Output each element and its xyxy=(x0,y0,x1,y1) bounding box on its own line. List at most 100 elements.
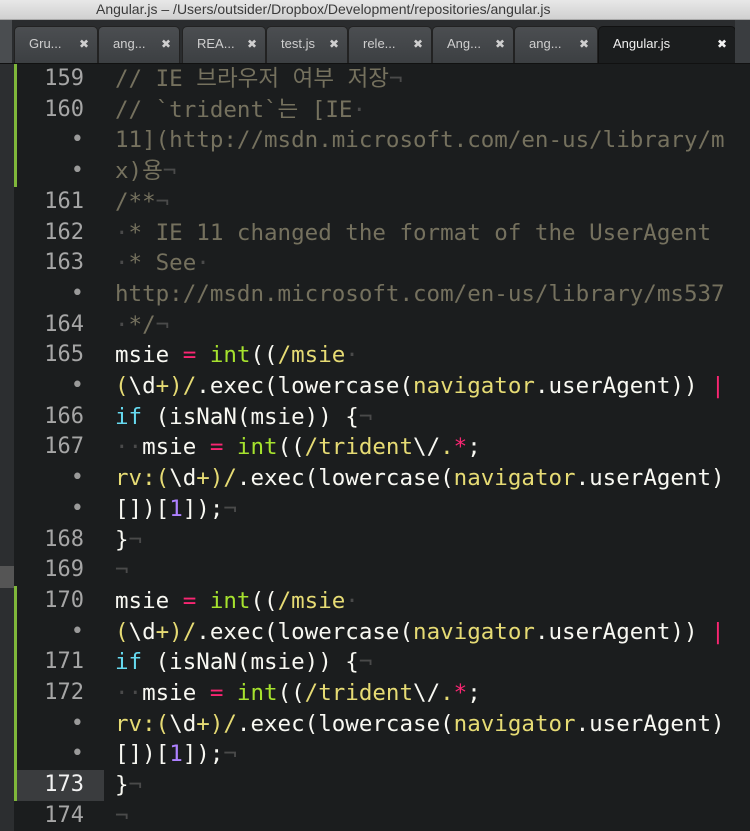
line-number: 163 xyxy=(44,250,84,276)
code-token: ¬ xyxy=(388,66,403,92)
code-token: 1 xyxy=(169,741,183,768)
code-line[interactable]: 166 if (isNaN(msie)) {¬ xyxy=(0,402,750,433)
line-number: 170 xyxy=(44,587,84,613)
tab-bar: Gru... ✖ ang... ✖ REA... ✖ test.js ✖ rele... ✖ Ang… xyxy=(0,20,750,64)
code-line[interactable]: 172 ··msie = int((/trident\/.*; xyxy=(0,678,750,709)
code-line[interactable]: 165 msie = int((/msie· xyxy=(0,340,750,371)
code-token: // `trident`는 [IE xyxy=(115,96,353,123)
line-number: 165 xyxy=(44,342,84,368)
tab-3[interactable]: test.js ✖ xyxy=(266,26,348,63)
code-token: · xyxy=(115,311,129,338)
line-number: • xyxy=(70,710,84,736)
line-text: rv:(\d+)/.exec(lowercase(navigator.userA… xyxy=(115,463,725,494)
code-token: navigator xyxy=(453,710,576,737)
code-token: \/ xyxy=(413,434,441,461)
code-token: int xyxy=(196,342,251,369)
code-line[interactable]: 160 // `trident`는 [IE· xyxy=(0,94,750,126)
tab-5[interactable]: Ang... ✖ xyxy=(432,26,514,63)
line-number: 168 xyxy=(44,526,84,552)
title-bar: Angular.js – /Users/outsider/Dropbox/Dev… xyxy=(0,0,750,20)
tab-label: ang... xyxy=(529,36,562,51)
tab-label: rele... xyxy=(363,36,396,51)
code-token: msie xyxy=(142,680,210,706)
code-token: (( xyxy=(250,587,278,614)
code-token: 1 xyxy=(169,495,183,522)
line-text: }¬ xyxy=(115,770,142,801)
code-line[interactable]: 170 msie = int((/msie· xyxy=(0,585,750,617)
tab-4[interactable]: rele... ✖ xyxy=(348,26,432,63)
code-line[interactable]: 164 ·*/¬ xyxy=(0,310,750,341)
close-icon[interactable]: ✖ xyxy=(247,27,257,61)
code-token: /msie xyxy=(277,342,346,369)
code-token: / xyxy=(182,618,197,645)
code-line[interactable]: 171 if (isNaN(msie)) {¬ xyxy=(0,647,750,678)
tab-label: Gru... xyxy=(29,36,62,51)
line-text: ·* IE 11 changed the format of the UserA… xyxy=(115,218,711,249)
code-line[interactable]: • http://msdn.microsoft.com/en-us/library… xyxy=(0,279,750,310)
code-line[interactable]: 161 /**¬ xyxy=(0,187,750,218)
code-token: = xyxy=(209,680,224,706)
code-line[interactable]: • rv:(\d+)/.exec(lowercase(navigator.user… xyxy=(0,463,750,494)
code-line[interactable]: • rv:(\d+)/.exec(lowercase(navigator.user… xyxy=(0,708,750,740)
code-line[interactable]: 169 ¬ xyxy=(0,555,750,586)
tab-7[interactable]: Angular.js ✖ xyxy=(598,26,736,63)
code-line[interactable]: 174 ¬ xyxy=(0,801,750,831)
code-line[interactable]: 173}¬ xyxy=(0,770,750,801)
code-line[interactable]: 163 ·* See· xyxy=(0,248,750,279)
code-area[interactable]: 159// IE 브라우저 여부 저장¬ 160// `trident`는 [IE… xyxy=(0,64,750,831)
code-token: // IE 브라우저 여부 저장 xyxy=(115,66,389,92)
code-line[interactable]: • x)용¬ xyxy=(0,156,750,187)
code-token: } xyxy=(115,526,129,553)
code-token: */ xyxy=(128,311,156,338)
line-number: • xyxy=(70,741,84,767)
line-text: [])[1]);¬ xyxy=(115,494,237,525)
code-token: (( xyxy=(277,680,305,706)
code-line[interactable]: • 11](http://msdn.microsoft.com/en-us/lib… xyxy=(0,125,750,157)
code-token: ¬ xyxy=(155,311,170,338)
code-line[interactable]: 168}¬ xyxy=(0,525,750,556)
code-line[interactable]: • [])[1]);¬ xyxy=(0,739,750,771)
code-token: · xyxy=(345,342,359,369)
code-token: 11](http://msdn.microsoft.com/en-us/libr… xyxy=(115,127,725,154)
close-icon[interactable]: ✖ xyxy=(579,27,589,61)
close-icon[interactable]: ✖ xyxy=(495,27,505,61)
code-token: msie xyxy=(142,434,210,461)
tab-2[interactable]: REA... ✖ xyxy=(182,26,266,63)
tab-0[interactable]: Gru... ✖ xyxy=(14,26,98,63)
code-token: · xyxy=(352,96,366,123)
code-token: +) xyxy=(155,618,183,645)
code-token: /trident xyxy=(304,680,414,706)
close-icon[interactable]: ✖ xyxy=(329,27,339,61)
code-line[interactable]: 167 ··msie = int((/trident\/.*; xyxy=(0,432,750,463)
tab-overflow[interactable] xyxy=(735,20,750,63)
code-token: \d xyxy=(128,618,156,645)
code-token: ( xyxy=(115,373,129,399)
code-line[interactable]: • (\d+)/.exec(lowercase(navigator.userAge… xyxy=(0,616,750,648)
code-token: * IE 11 changed the format of the UserAg… xyxy=(128,219,712,246)
close-icon[interactable]: ✖ xyxy=(717,27,727,61)
code-line[interactable]: • [])[1]);¬ xyxy=(0,494,750,525)
line-text: msie = int((/msie· xyxy=(115,340,359,371)
window-title: Angular.js – /Users/outsider/Dropbox/Dev… xyxy=(96,1,551,17)
code-token: ¬ xyxy=(128,526,143,553)
code-token: ¬ xyxy=(115,802,129,829)
tab-bar-edge xyxy=(0,20,12,63)
code-token: = xyxy=(209,434,224,461)
code-token: ¬ xyxy=(155,188,170,215)
code-line[interactable]: • (\d+)/.exec(lowercase(navigator.userAge… xyxy=(0,371,750,402)
tab-6[interactable]: ang... ✖ xyxy=(514,26,598,63)
code-token: [])[ xyxy=(115,495,170,522)
tab-1[interactable]: ang... ✖ xyxy=(98,26,180,63)
line-number: • xyxy=(70,495,84,521)
code-line[interactable]: 162 ·* IE 11 changed the format of the Us… xyxy=(0,218,750,249)
line-number: 161 xyxy=(44,188,84,214)
code-token: (isNaN(msie)) { xyxy=(142,403,359,430)
close-icon[interactable]: ✖ xyxy=(413,27,423,61)
line-number: 159 xyxy=(44,66,84,91)
code-token: ¬ xyxy=(358,649,373,676)
line-text: [])[1]);¬ xyxy=(115,739,237,770)
code-line[interactable]: 159 // IE 브라우저 여부 저장¬ xyxy=(0,64,750,95)
close-icon[interactable]: ✖ xyxy=(161,27,171,61)
close-icon[interactable]: ✖ xyxy=(79,27,89,61)
tab-label: REA... xyxy=(197,36,235,51)
